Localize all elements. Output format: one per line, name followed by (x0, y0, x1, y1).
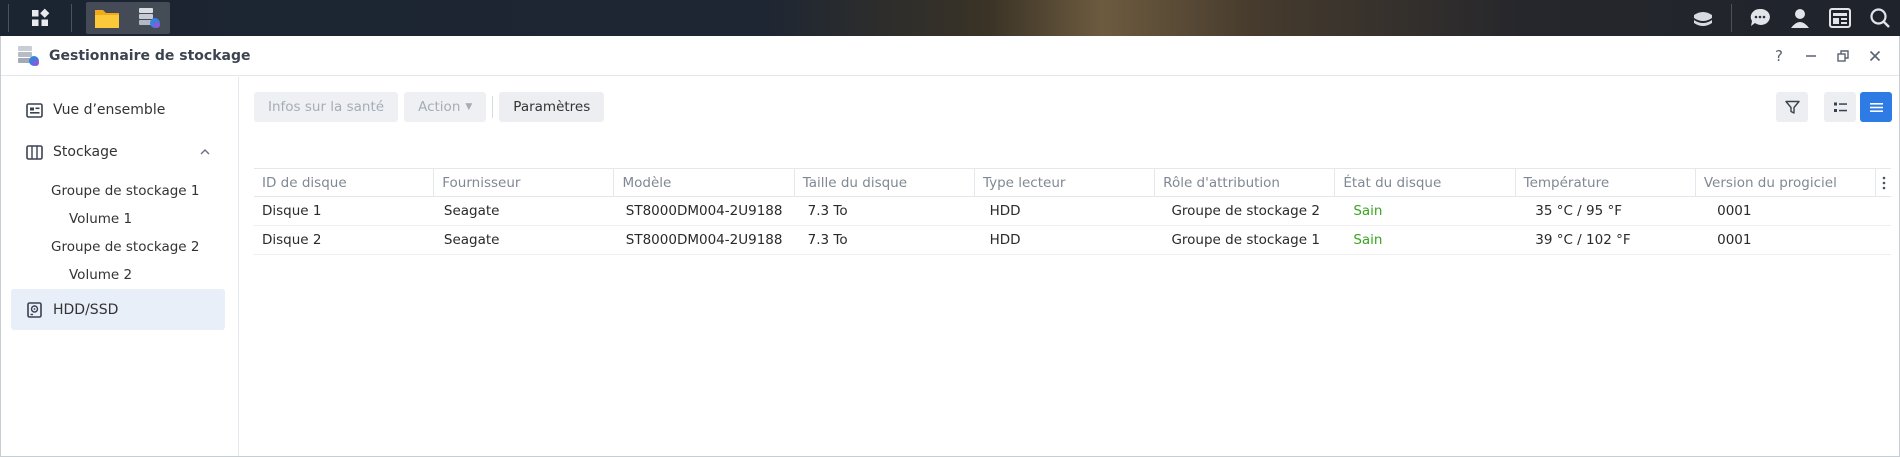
sidebar-item-label: Vue d’ensemble (53, 102, 166, 118)
cell-temperature: 35 °C / 95 °F (1535, 203, 1622, 219)
user-button[interactable] (1780, 0, 1820, 36)
storage-manager-app[interactable] (128, 2, 170, 34)
sidebar-item-volume-2[interactable]: Volume 2 (69, 262, 132, 288)
column-header-role[interactable]: Rôle d'attribution (1155, 169, 1336, 196)
filter-button[interactable] (1776, 92, 1808, 122)
detail-view-icon (1869, 102, 1883, 112)
search-icon (1870, 8, 1890, 28)
cell-drive-type: HDD (989, 203, 1021, 219)
sidebar-item-storage-group-2[interactable]: Groupe de stockage 2 (51, 234, 199, 260)
disk-table: ID de disque Fournisseur Modèle Taille d… (254, 168, 1891, 255)
main-content: Infos sur la santé Action ▼ Paramètres I… (240, 77, 1900, 456)
open-apps (86, 2, 170, 34)
cell-vendor: Seagate (443, 203, 500, 219)
column-header-disk-id[interactable]: ID de disque (254, 169, 435, 196)
hdd-icon (25, 301, 43, 319)
column-header-vendor[interactable]: Fournisseur (434, 169, 615, 196)
cell-status: Sain (1353, 203, 1383, 219)
cell-temperature: 39 °C / 102 °F (1535, 232, 1631, 248)
cell-size: 7.3 To (807, 232, 848, 248)
table-row[interactable]: Disque 2 Seagate ST8000DM004-2U9188 7.3 … (254, 226, 1891, 255)
storage-manager-icon (18, 45, 39, 66)
chat-icon (1750, 8, 1770, 26)
sidebar-item-overview[interactable]: Vue d’ensemble (11, 90, 225, 130)
storage-icon (1694, 12, 1712, 26)
chat-button[interactable] (1740, 0, 1780, 36)
cell-model: ST8000DM004-2U9188 (625, 203, 783, 219)
storage-section-icon (25, 143, 43, 161)
filter-icon (1784, 100, 1800, 114)
file-station-icon (95, 10, 119, 28)
widgets-icon (1829, 8, 1851, 28)
storage-tray-button[interactable] (1683, 0, 1723, 36)
chevron-up-icon[interactable] (199, 146, 211, 158)
user-icon (1791, 9, 1809, 28)
storage-manager-window: Gestionnaire de stockage ? Vue d’ensembl… (0, 36, 1900, 457)
column-header-model[interactable]: Modèle (614, 169, 795, 196)
cell-role: Groupe de stockage 1 (1171, 232, 1320, 248)
sidebar-item-hdd-ssd[interactable]: HDD/SSD (11, 289, 225, 330)
table-header: ID de disque Fournisseur Modèle Taille d… (254, 168, 1891, 197)
search-button[interactable] (1860, 0, 1900, 36)
minimize-icon (1806, 54, 1816, 57)
taskbar-separator (71, 4, 72, 32)
cell-model: ST8000DM004-2U9188 (625, 232, 783, 248)
settings-label: Paramètres (513, 99, 591, 115)
overview-icon (25, 101, 43, 119)
toolbar: Infos sur la santé Action ▼ Paramètres (254, 92, 610, 122)
cell-size: 7.3 To (807, 203, 848, 219)
taskbar-separator (8, 4, 9, 32)
sidebar-item-label: Stockage (53, 144, 118, 160)
file-station-app[interactable] (86, 2, 128, 34)
widgets-button[interactable] (1820, 0, 1860, 36)
restore-button[interactable] (1827, 36, 1859, 76)
main-menu-button[interactable] (17, 0, 63, 36)
column-header-status[interactable]: État du disque (1335, 169, 1516, 196)
cell-role: Groupe de stockage 2 (1171, 203, 1320, 219)
cell-firmware: 0001 (1717, 232, 1752, 248)
column-header-drive-type[interactable]: Type lecteur (975, 169, 1156, 196)
action-label: Action (418, 99, 461, 115)
sidebar-item-label: HDD/SSD (53, 301, 119, 318)
column-header-firmware[interactable]: Version du progiciel (1696, 169, 1877, 196)
toolbar-separator (492, 96, 494, 118)
detail-view-button[interactable] (1860, 92, 1892, 122)
taskbar (0, 0, 1900, 36)
cell-vendor: Seagate (443, 232, 500, 248)
close-icon (1869, 50, 1881, 61)
sidebar-item-volume-1[interactable]: Volume 1 (69, 206, 132, 232)
window-title: Gestionnaire de stockage (49, 47, 251, 64)
view-buttons (1772, 92, 1892, 122)
action-button[interactable]: Action ▼ (404, 92, 487, 122)
cell-firmware: 0001 (1717, 203, 1752, 219)
sidebar-item-storage-group-1[interactable]: Groupe de stockage 1 (51, 178, 199, 204)
column-menu-button[interactable] (1876, 169, 1891, 196)
cell-disk-id: Disque 2 (262, 232, 322, 248)
column-header-size[interactable]: Taille du disque (795, 169, 975, 196)
taskbar-separator (1731, 4, 1732, 32)
main-menu-icon (32, 8, 50, 26)
health-info-button[interactable]: Infos sur la santé (254, 92, 399, 122)
column-header-temperature[interactable]: Température (1516, 169, 1696, 196)
restore-icon (1837, 49, 1849, 62)
cell-status: Sain (1353, 232, 1383, 248)
table-row[interactable]: Disque 1 Seagate ST8000DM004-2U9188 7.3 … (254, 197, 1891, 226)
settings-button[interactable]: Paramètres (499, 92, 605, 122)
sidebar: Vue d’ensemble Stockage Groupe de stocka… (1, 77, 239, 456)
help-icon: ? (1775, 46, 1783, 65)
minimize-button[interactable] (1795, 36, 1827, 76)
sidebar-item-storage[interactable]: Stockage (11, 132, 225, 172)
list-view-icon (1833, 102, 1847, 112)
cell-drive-type: HDD (989, 232, 1021, 248)
window-titlebar: Gestionnaire de stockage ? (1, 36, 1899, 76)
close-button[interactable] (1859, 36, 1891, 76)
health-info-label: Infos sur la santé (268, 99, 385, 115)
help-button[interactable]: ? (1763, 36, 1795, 76)
list-view-button[interactable] (1824, 92, 1856, 122)
column-menu-icon (1882, 176, 1885, 189)
storage-manager-icon (139, 8, 160, 28)
caret-down-icon: ▼ (465, 102, 473, 112)
cell-disk-id: Disque 1 (262, 203, 322, 219)
